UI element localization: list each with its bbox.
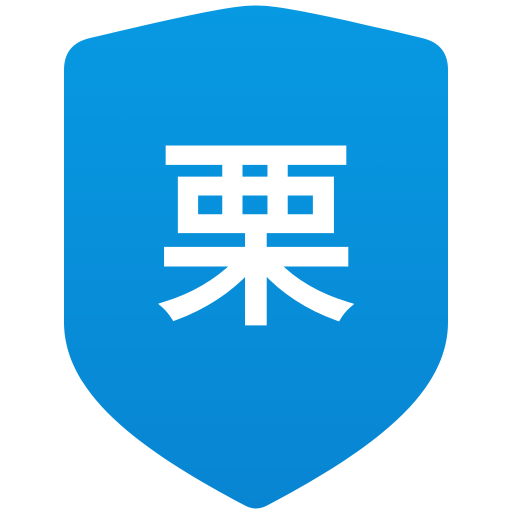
app-icon: 栗 (0, 0, 512, 512)
chestnut-character: 栗 (155, 121, 356, 354)
